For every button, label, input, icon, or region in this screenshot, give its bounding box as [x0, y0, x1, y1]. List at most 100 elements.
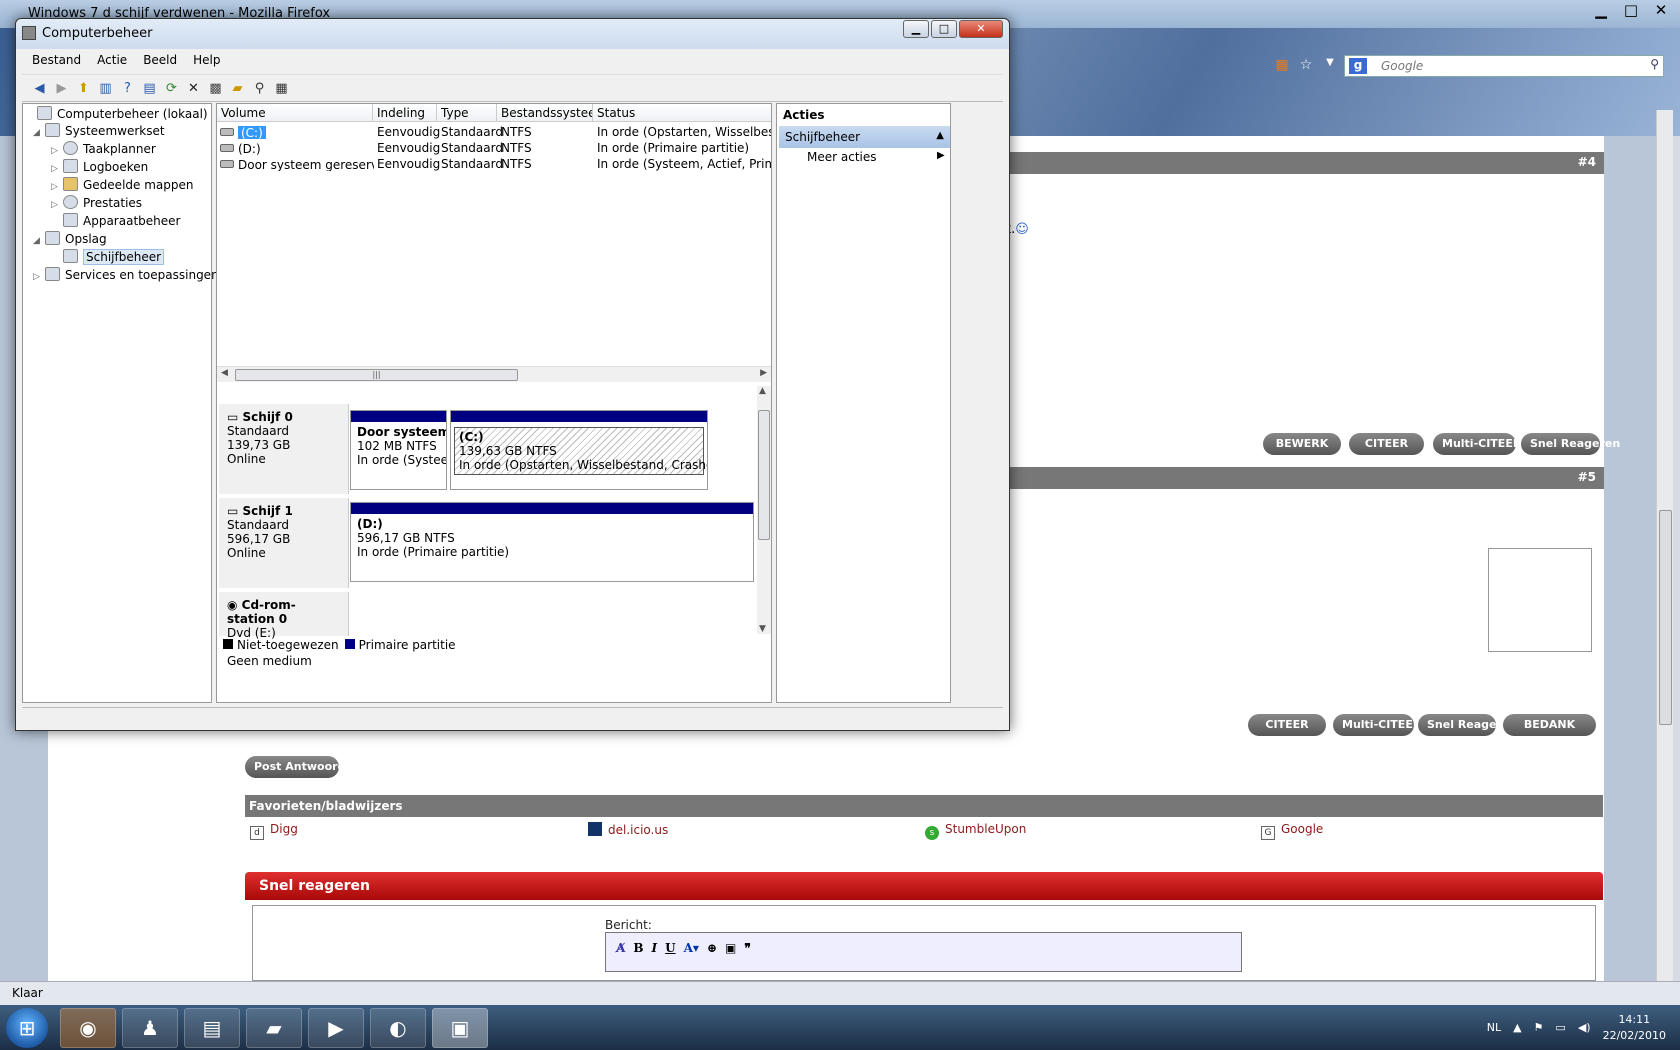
- network-icon[interactable]: ▭: [1555, 1021, 1565, 1034]
- quote-button[interactable]: CITEER: [1248, 714, 1326, 736]
- fav-digg[interactable]: d Digg: [250, 822, 298, 840]
- taskbar-ccleaner-icon[interactable]: ◐: [370, 1008, 426, 1048]
- maximize-icon[interactable]: □: [931, 20, 957, 38]
- image-icon[interactable]: ▣: [725, 941, 736, 955]
- disk-1-info[interactable]: ▭ Schijf 1 Standaard 596,17 GB Online: [219, 498, 349, 588]
- forward-arrow-icon[interactable]: ▶: [52, 79, 71, 98]
- table-row[interactable]: (D:) Eenvoudig Standaard NTFS In orde (P…: [217, 140, 771, 156]
- tree-item[interactable]: Computerbeheer (lokaal): [25, 106, 208, 121]
- message-editor[interactable]: A̸ B I U A▾ ⊕ ▣ ❞: [605, 932, 1242, 972]
- scrollbar-thumb[interactable]: [758, 410, 770, 540]
- search-icon[interactable]: ⚲: [250, 79, 269, 98]
- tree-item[interactable]: ◢ Opslag: [33, 231, 107, 246]
- menu-actie[interactable]: Actie: [97, 53, 127, 73]
- taskbar-media-icon[interactable]: ▶: [308, 1008, 364, 1048]
- fav-delicious[interactable]: del.icio.us: [588, 822, 668, 837]
- taskbar-users-icon[interactable]: ♟: [122, 1008, 178, 1048]
- col-type[interactable]: Type: [437, 104, 497, 122]
- more-actions-item[interactable]: Meer acties: [807, 150, 877, 164]
- remove-format-icon[interactable]: A̸: [616, 941, 625, 955]
- flag-icon[interactable]: ⚑: [1534, 1021, 1544, 1034]
- col-bestandssysteem[interactable]: Bestandssysteem: [497, 104, 593, 122]
- menu-bestand[interactable]: Bestand: [32, 53, 81, 73]
- tree-item[interactable]: Apparaatbeheer: [51, 213, 180, 228]
- settings-icon[interactable]: ▦: [272, 79, 291, 98]
- show-hidden-icons-icon[interactable]: ▲: [1513, 1021, 1521, 1034]
- menu-help[interactable]: Help: [193, 53, 220, 73]
- clock[interactable]: 14:11 22/02/2010: [1603, 1012, 1666, 1044]
- expand-arrow-icon[interactable]: ▷: [51, 146, 63, 156]
- tree-item-selected[interactable]: Schijfbeheer: [51, 249, 165, 265]
- show-tree-icon[interactable]: ▥: [96, 79, 115, 98]
- scroll-down-icon[interactable]: ▼: [759, 624, 766, 634]
- quote-icon[interactable]: ❞: [744, 941, 750, 955]
- expand-arrow-icon[interactable]: ◢: [33, 128, 45, 138]
- col-indeling[interactable]: Indeling: [373, 104, 437, 122]
- col-status[interactable]: Status: [593, 104, 771, 122]
- volume-list-hscrollbar[interactable]: ◀ ||| ▶: [217, 366, 771, 382]
- submenu-arrow-icon[interactable]: ▶: [937, 150, 945, 161]
- partition-reserved[interactable]: Door systeem ge102 MB NTFSIn orde (Syste…: [350, 410, 447, 490]
- multi-quote-button[interactable]: Multi-CITEER: [1333, 714, 1421, 736]
- taskbar-folder-icon[interactable]: ▰: [246, 1008, 302, 1048]
- tree-item[interactable]: ▷ Services en toepassingen: [33, 267, 219, 282]
- quick-reply-button[interactable]: Snel Reageren: [1418, 714, 1517, 736]
- start-button[interactable]: ⊞: [6, 1008, 48, 1048]
- bold-icon[interactable]: B: [633, 941, 643, 955]
- quote-button[interactable]: CITEER: [1349, 433, 1424, 455]
- back-arrow-icon[interactable]: ◀: [30, 79, 49, 98]
- properties-icon[interactable]: ▩: [206, 79, 225, 98]
- search-box[interactable]: g Google ⚲: [1344, 55, 1664, 77]
- scroll-right-icon[interactable]: ▶: [760, 368, 767, 378]
- collapse-icon[interactable]: ▲: [936, 130, 944, 141]
- chevron-down-icon[interactable]: ▼: [1321, 57, 1339, 75]
- delete-icon[interactable]: ✕: [184, 79, 203, 98]
- bookmark-star-icon[interactable]: ☆: [1297, 57, 1315, 75]
- partition-d[interactable]: (D:) 596,17 GB NTFS In orde (Primaire part…: [350, 502, 754, 582]
- minimize-icon[interactable]: ▁: [1586, 0, 1616, 20]
- rss-icon[interactable]: ▦: [1273, 57, 1291, 75]
- tree-item[interactable]: ▷ Prestaties: [51, 195, 142, 210]
- tree-item[interactable]: ▷ Taakplanner: [51, 141, 156, 156]
- view-icon[interactable]: ▤: [140, 79, 159, 98]
- cdrom-0-info[interactable]: ◉ Cd-rom-station 0 Dvd (E:) Geen medium: [219, 592, 349, 668]
- close-icon[interactable]: ✕: [959, 20, 1003, 38]
- open-folder-icon[interactable]: ▰: [228, 79, 247, 98]
- page-scrollbar[interactable]: [1656, 110, 1673, 981]
- search-icon[interactable]: ⚲: [1650, 57, 1659, 71]
- table-row[interactable]: Door systeem gereserveerd Eenvoudig Stan…: [217, 156, 771, 172]
- scroll-left-icon[interactable]: ◀: [221, 368, 228, 378]
- multi-quote-button[interactable]: Multi-CITEER: [1433, 433, 1521, 455]
- edit-button[interactable]: BEWERK: [1263, 433, 1341, 455]
- expand-arrow-icon[interactable]: ◢: [33, 236, 45, 246]
- tree-item[interactable]: ▷ Gedeelde mappen: [51, 177, 193, 192]
- scroll-up-icon[interactable]: ▲: [759, 386, 766, 396]
- italic-icon[interactable]: I: [651, 941, 657, 955]
- post-reply-button[interactable]: Post Antwoord: [245, 756, 345, 778]
- tree-item[interactable]: ◢ Systeemwerkset: [33, 123, 165, 138]
- minimize-icon[interactable]: ▁: [903, 20, 929, 38]
- partition-c[interactable]: (C:) 139,63 GB NTFS In orde (Opstarten, Wi…: [450, 410, 708, 490]
- language-indicator[interactable]: NL: [1487, 1021, 1501, 1034]
- font-color-icon[interactable]: A▾: [684, 941, 699, 955]
- tree-item[interactable]: ▷ Logboeken: [51, 159, 148, 174]
- google-icon[interactable]: g: [1349, 58, 1367, 74]
- menu-beeld[interactable]: Beeld: [143, 53, 177, 73]
- expand-arrow-icon[interactable]: ▷: [51, 182, 63, 192]
- quick-reply-button[interactable]: Snel Reageren: [1521, 433, 1620, 455]
- fav-stumbleupon[interactable]: s StumbleUpon: [925, 822, 1026, 840]
- actions-section-schijfbeheer[interactable]: Schijfbeheer ▲: [779, 126, 950, 148]
- taskbar-computer-management-icon[interactable]: ▣: [432, 1008, 488, 1048]
- col-volume[interactable]: Volume: [217, 104, 373, 122]
- help-icon[interactable]: ?: [118, 79, 137, 98]
- thank-button[interactable]: BEDANK: [1503, 714, 1596, 736]
- disk-0-info[interactable]: ▭ Schijf 0 Standaard 139,73 GB Online: [219, 404, 349, 494]
- taskbar-explorer-icon[interactable]: ▤: [184, 1008, 240, 1048]
- expand-arrow-icon[interactable]: ▷: [51, 164, 63, 174]
- maximize-icon[interactable]: □: [1616, 0, 1646, 20]
- volume-icon[interactable]: ◀): [1578, 1021, 1591, 1034]
- disk-view-scrollbar[interactable]: ▲ ▼: [757, 386, 771, 634]
- refresh-icon[interactable]: ⟳: [162, 79, 181, 98]
- expand-arrow-icon[interactable]: ▷: [33, 272, 45, 282]
- up-folder-icon[interactable]: ⬆: [74, 79, 93, 98]
